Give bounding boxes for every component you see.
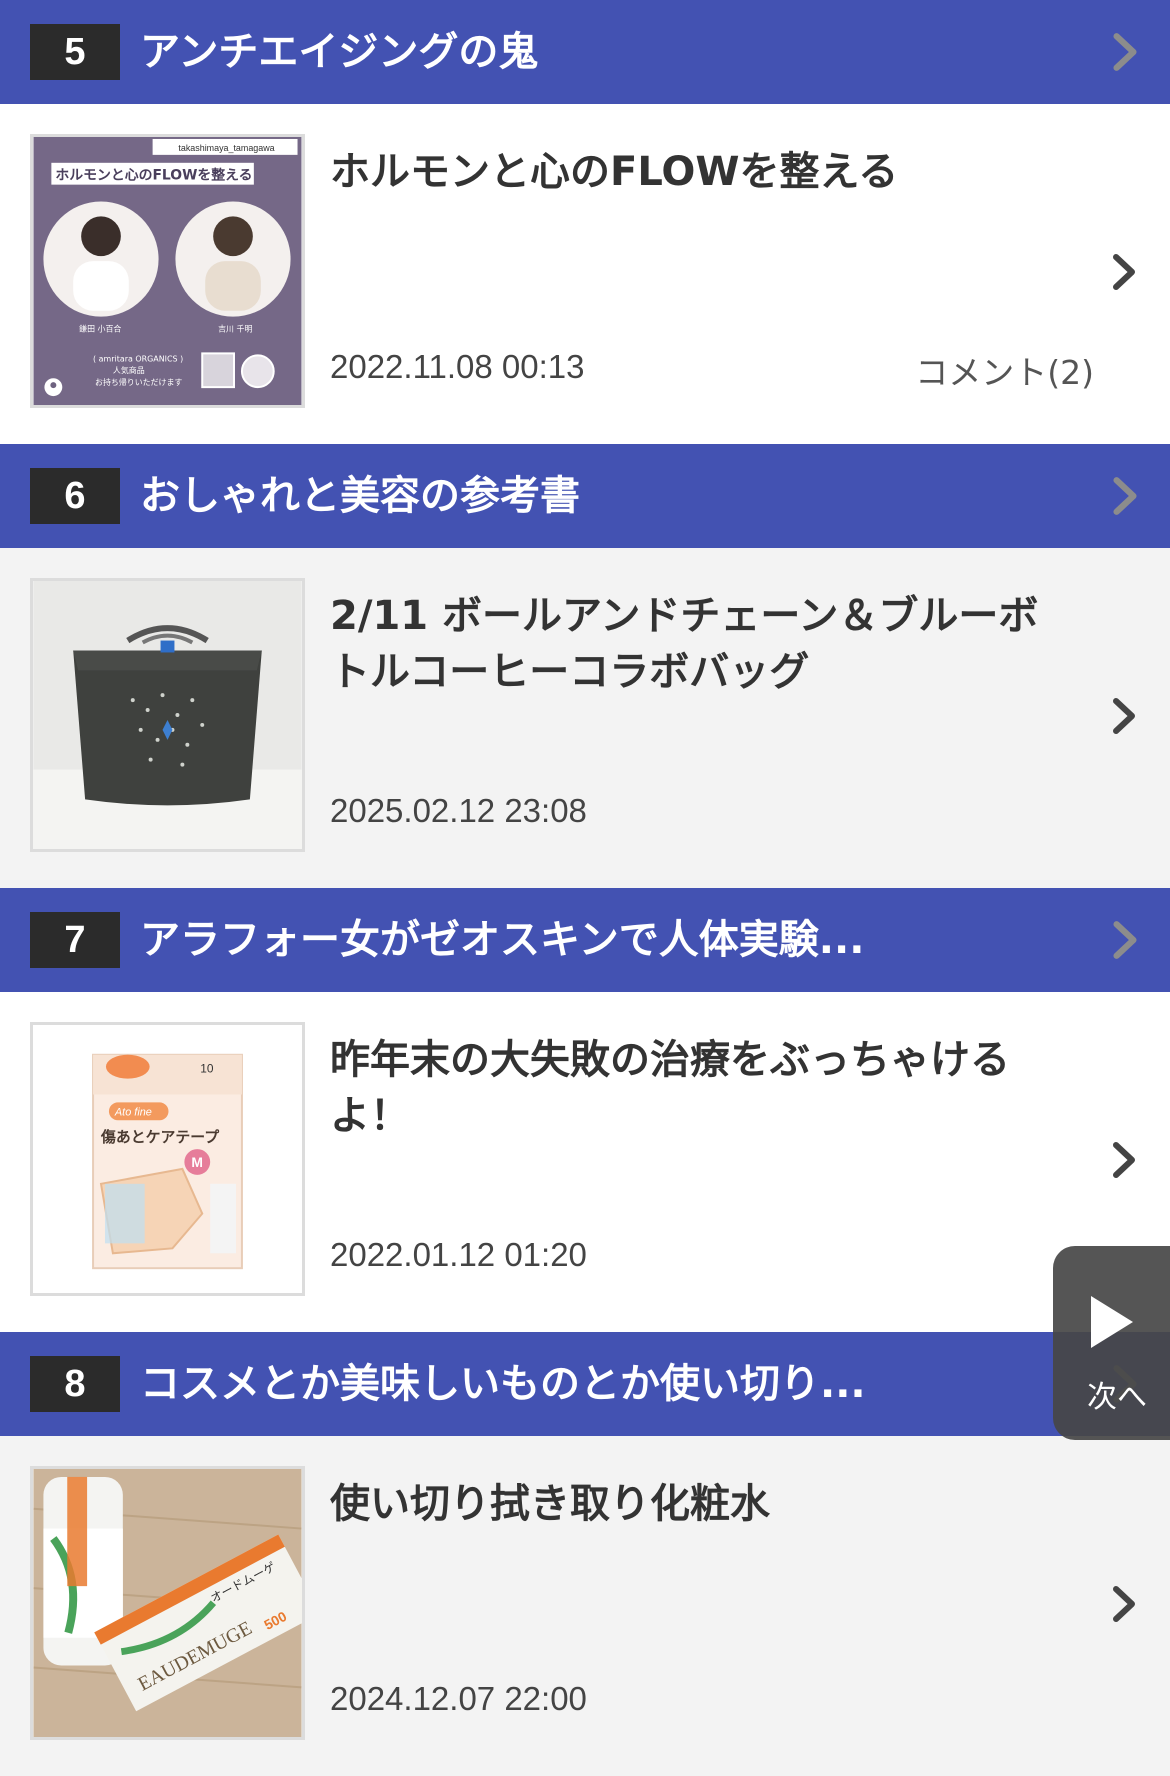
next-button[interactable]: 次へ (1053, 1246, 1170, 1440)
size-text: M (191, 1154, 203, 1170)
play-arrow-icon (1091, 1296, 1133, 1348)
hormone-flow-event-image: takashimaya_tamagawa ホルモンと心のFLOWを整える 鎌田 … (33, 137, 302, 405)
blog-header-rank-7[interactable]: 7 アラフォー女がゼオスキンで人体実験... (0, 888, 1170, 992)
account-name-text: takashimaya_tamagawa (178, 143, 274, 153)
entry-thumbnail: 10 Ato fine 傷あとケアテープ M (30, 1022, 305, 1296)
chevron-right-icon (1113, 698, 1135, 734)
person1-name-text: 鎌田 小百合 (79, 324, 121, 334)
entry-date: 2025.02.12 23:08 (330, 792, 587, 829)
tote-bag-image (33, 581, 302, 849)
next-button-label: 次へ (1087, 1380, 1147, 1415)
rank-badge: 7 (30, 912, 120, 968)
ranking-list: 5 アンチエイジングの鬼 takashimaya_tamagawa ホルモンと心… (0, 0, 1170, 1776)
blog-title: おしゃれと美容の参考書 (140, 473, 580, 519)
entry-title[interactable]: 使い切り拭き取り化粧水 (330, 1476, 1070, 1532)
chevron-right-icon (1113, 477, 1137, 515)
blog-header-rank-5[interactable]: 5 アンチエイジングの鬼 (0, 0, 1170, 104)
entry-title[interactable]: 昨年末の大失敗の治療をぶっちゃけるよ！ (330, 1032, 1070, 1144)
count-text: 10 (200, 1062, 214, 1076)
blog-header-rank-6[interactable]: 6 おしゃれと美容の参考書 (0, 444, 1170, 548)
person2-name-text: 吉川 千明 (218, 324, 252, 334)
entry-thumbnail: EAUDEMUGE オードムーゲ 500 (30, 1466, 305, 1740)
blog-title: アンチエイジングの鬼 (140, 29, 539, 75)
caption2-text: 人気商品 (113, 365, 145, 375)
chevron-right-icon (1113, 254, 1135, 290)
entry-row-rank-5[interactable]: takashimaya_tamagawa ホルモンと心のFLOWを整える 鎌田 … (0, 104, 1170, 444)
caption3-text: お持ち帰りいただけます (95, 377, 182, 387)
lotion-products-image: EAUDEMUGE オードムーゲ 500 (33, 1469, 302, 1737)
blog-header-rank-8[interactable]: 8 コスメとか美味しいものとか使い切り... (0, 1332, 1170, 1436)
product-text: 傷あとケアテープ (100, 1128, 219, 1146)
rank-badge: 6 (30, 468, 120, 524)
entry-date: 2022.11.08 00:13 (330, 348, 585, 385)
entry-date: 2022.01.12 01:20 (330, 1236, 587, 1273)
entry-row-rank-6[interactable]: 2/11 ボールアンドチェーン＆ブルーボトルコーヒーコラボバッグ 2025.02… (0, 548, 1170, 888)
chevron-right-icon (1113, 1586, 1135, 1622)
entry-date: 2024.12.07 22:00 (330, 1680, 587, 1717)
rank-badge: 5 (30, 24, 120, 80)
chevron-right-icon (1113, 1142, 1135, 1178)
entry-row-rank-8[interactable]: EAUDEMUGE オードムーゲ 500 使い切り拭き取り化粧水 2024.12… (0, 1436, 1170, 1776)
entry-title[interactable]: 2/11 ボールアンドチェーン＆ブルーボトルコーヒーコラボバッグ (330, 588, 1070, 700)
banner-text: ホルモンと心のFLOWを整える (55, 167, 252, 184)
rank-badge: 8 (30, 1356, 120, 1412)
chevron-right-icon (1113, 921, 1137, 959)
entry-comment-count[interactable]: コメント(2) (915, 346, 1094, 394)
entry-title[interactable]: ホルモンと心のFLOWを整える (330, 144, 1070, 200)
blog-title: コスメとか美味しいものとか使い切り... (140, 1361, 866, 1407)
caption1-text: ( amritara ORGANICS ) (93, 354, 183, 363)
scar-care-tape-image: 10 Ato fine 傷あとケアテープ M (33, 1025, 302, 1293)
blog-title: アラフォー女がゼオスキンで人体実験... (140, 917, 865, 963)
entry-thumbnail (30, 578, 305, 852)
entry-thumbnail: takashimaya_tamagawa ホルモンと心のFLOWを整える 鎌田 … (30, 134, 305, 408)
chevron-right-icon (1113, 33, 1137, 71)
brand-text: Ato fine (114, 1106, 152, 1118)
entry-row-rank-7[interactable]: 10 Ato fine 傷あとケアテープ M 昨年末の大失敗の治療をぶっちゃける… (0, 992, 1170, 1332)
